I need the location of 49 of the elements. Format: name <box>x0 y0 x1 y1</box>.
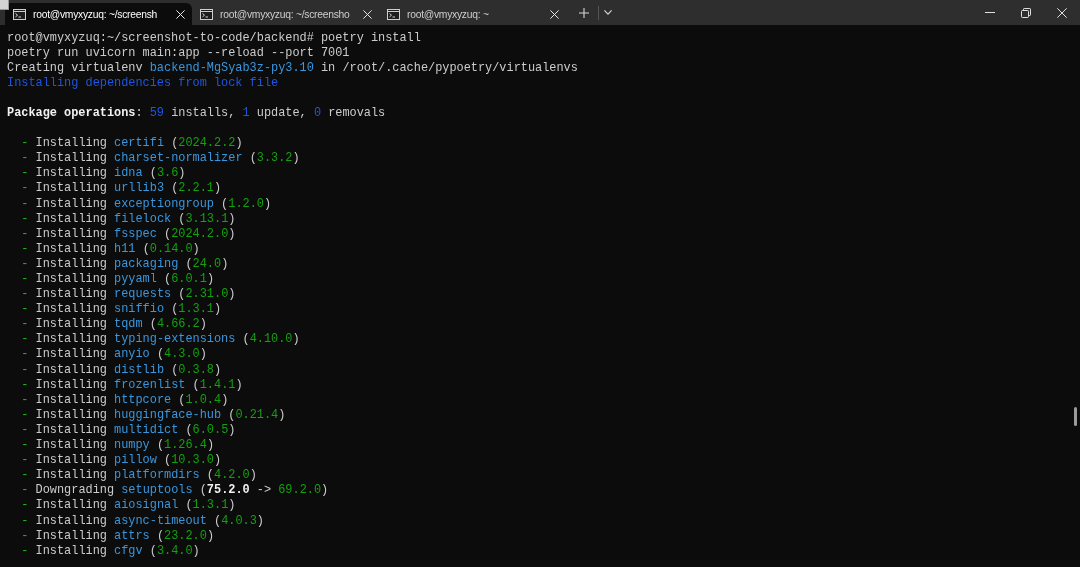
install-step-line: - Installing certifi (2024.2.2) <box>21 136 243 152</box>
install-step-line: - Installing pillow (10.3.0) <box>21 453 222 469</box>
install-step-line: - Installing charset-normalizer (3.3.2) <box>21 151 300 167</box>
chevron-down-icon <box>604 10 612 15</box>
terminal-tab[interactable]: root@vmyxyzuq: ~/screensh <box>5 3 192 25</box>
close-icon <box>549 9 559 19</box>
restore-icon <box>1021 7 1031 18</box>
install-step-line: - Installing platformdirs (4.2.0) <box>21 468 257 484</box>
install-step-line: - Installing pyyaml (6.0.1) <box>21 272 214 288</box>
install-step-line: - Installing numpy (1.26.4) <box>21 438 214 454</box>
install-step-line: - Installing frozenlist (1.4.1) <box>21 377 243 393</box>
output-line: Installing dependencies from lock file <box>7 75 279 91</box>
minimize-icon <box>985 12 995 13</box>
install-step-line: - Downgrading setuptools (75.2.0 -> 69.2.0) <box>21 483 329 499</box>
install-step-line: - Installing tqdm (4.66.2) <box>21 317 207 333</box>
install-step-line: - Installing async-timeout (4.0.3) <box>21 513 264 529</box>
install-step-line: - Installing sniffio (1.3.1) <box>21 302 222 318</box>
square-icon <box>0 0 9 10</box>
output-line: Creating virtualenv backend-MgSyab3z-py3.10 in /root/.cache/pypoetry/virtualenvs <box>7 60 578 76</box>
install-step-line: - Installing attrs (23.2.0) <box>21 528 214 544</box>
scrollbar-thumb[interactable] <box>1074 407 1077 426</box>
terminal-icon <box>13 8 26 20</box>
close-icon <box>362 9 372 19</box>
install-step-line: - Installing urllib3 (2.2.1) <box>21 181 222 197</box>
install-step-line: - Installing cfgv (3.4.0) <box>21 543 200 559</box>
install-step-line: - Installing filelock (3.13.1) <box>21 211 236 227</box>
terminal-icon <box>387 8 400 20</box>
command-line: root@vmyxyzuq:~/screenshot-to-code/backend# poetry install <box>7 30 421 46</box>
install-step-line: - Installing packaging (24.0) <box>21 256 229 272</box>
install-step-line: - Installing requests (2.31.0) <box>21 287 236 303</box>
close-icon <box>1057 7 1067 18</box>
install-step-line: - Installing anyio (4.3.0) <box>21 347 207 363</box>
terminal-tab[interactable]: root@vmyxyzuq: ~/screensho <box>192 3 379 25</box>
install-step-line: - Installing typing-extensions (4.10.0) <box>21 332 300 348</box>
plus-icon <box>579 7 589 18</box>
terminal-icon <box>200 8 213 20</box>
install-step-line: - Installing exceptiongroup (1.2.0) <box>21 196 272 212</box>
install-step-line: - Installing multidict (6.0.5) <box>21 422 236 439</box>
install-step-line: - Installing idna (3.6) <box>21 166 186 182</box>
install-step-line: - Installing distlib (0.3.8) <box>21 362 222 378</box>
close-icon <box>175 9 185 19</box>
output-line: poetry run uvicorn main:app --reload --port 7001 <box>7 45 350 61</box>
install-step-line: - Installing fsspec (2024.2.0) <box>21 226 236 242</box>
terminal-tab[interactable]: root@vmyxyzuq: ~ <box>379 3 566 25</box>
output-line: Package operations: 59 installs, 1 update, 0 removals <box>7 105 386 122</box>
install-step-line: - Installing httpcore (1.0.4) <box>21 392 229 408</box>
install-step-line: - Installing aiosignal (1.3.1) <box>21 498 236 514</box>
install-step-line: - Installing h11 (0.14.0) <box>21 241 200 257</box>
install-step-line: - Installing huggingface-hub (0.21.4) <box>21 407 286 423</box>
